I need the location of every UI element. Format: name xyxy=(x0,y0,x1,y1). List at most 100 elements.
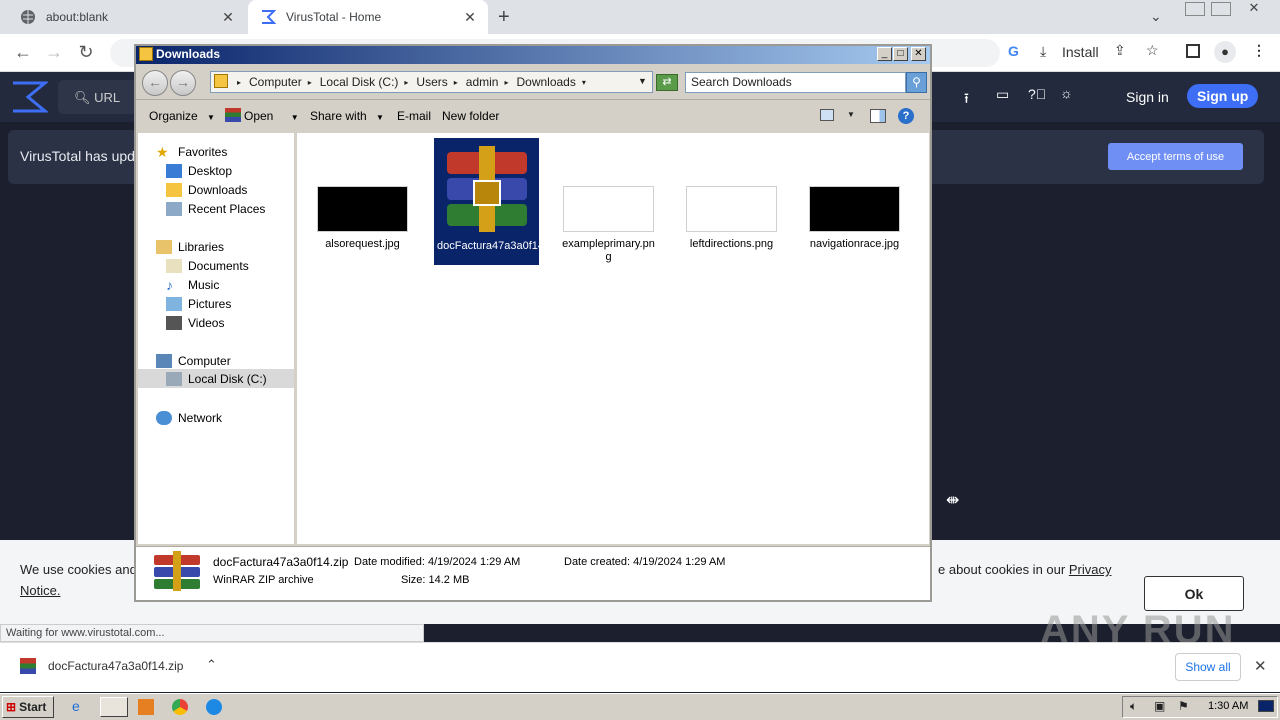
breadcrumb-root-chevron-icon[interactable]: ▸ xyxy=(237,78,241,87)
breadcrumb-chevron-icon[interactable]: ▸ xyxy=(454,78,458,87)
nav-desktop[interactable]: Desktop xyxy=(166,161,232,180)
new-tab-button[interactable]: + xyxy=(498,6,510,29)
upload-icon[interactable]: ⭱ xyxy=(964,88,969,112)
help-icon[interactable]: ? xyxy=(898,108,914,124)
drag-handle-icon[interactable]: ⇼ xyxy=(946,490,959,510)
search-icon[interactable]: ⚲ xyxy=(906,72,927,93)
reload-icon[interactable]: ↻ xyxy=(75,42,97,63)
chevron-down-icon[interactable]: ⌄ xyxy=(1150,8,1162,25)
breadcrumb-admin[interactable]: admin xyxy=(466,75,499,89)
nav-music[interactable]: ♪ Music xyxy=(166,275,219,294)
menu-icon[interactable]: ⋮ xyxy=(1252,42,1266,59)
minimize-icon[interactable] xyxy=(1185,2,1205,16)
google-icon[interactable]: G xyxy=(1008,43,1019,59)
nav-libraries[interactable]: Libraries xyxy=(156,237,224,256)
file-item[interactable]: alsorequest.jpg xyxy=(310,138,415,250)
view-dropdown-icon[interactable]: ▼ xyxy=(847,110,855,119)
edge-icon[interactable] xyxy=(206,699,222,715)
file-item[interactable]: exampleprimary.png xyxy=(556,138,661,264)
bookmark-star-icon[interactable]: ☆ xyxy=(1146,42,1159,59)
minimize-button[interactable]: _ xyxy=(877,47,892,61)
new-folder-button[interactable]: New folder xyxy=(442,109,499,123)
change-view-icon[interactable] xyxy=(820,109,834,121)
close-download-bar-icon[interactable]: ✕ xyxy=(1254,657,1267,675)
globe-icon xyxy=(20,9,36,25)
cookie-text-right: e about cookies in our Privacy xyxy=(938,562,1112,577)
close-tab-icon[interactable]: ✕ xyxy=(220,9,236,26)
ie-icon[interactable]: e xyxy=(72,698,80,714)
refresh-icon[interactable]: ⇄ xyxy=(656,74,678,91)
volume-icon[interactable]: 🔈︎ xyxy=(1130,699,1137,714)
maximize-button[interactable]: □ xyxy=(893,47,908,61)
chevron-up-icon[interactable]: ⌃ xyxy=(206,657,217,673)
install-icon[interactable]: ⤓ xyxy=(1040,43,1046,60)
close-button[interactable]: ✕ xyxy=(911,47,926,61)
share-with-button[interactable]: Share with ▼ xyxy=(310,109,384,123)
nav-favorites[interactable]: ★ Favorites xyxy=(156,142,227,161)
open-button[interactable]: Open ▼ xyxy=(244,109,299,123)
network-tray-icon[interactable]: ▣ xyxy=(1154,699,1165,713)
show-all-button[interactable]: Show all xyxy=(1175,653,1241,681)
explorer-address-bar[interactable]: ▸ Computer ▸ Local Disk (C:) ▸ Users ▸ admi… xyxy=(210,71,653,93)
install-button[interactable]: Install xyxy=(1062,44,1099,60)
vt-search-input[interactable]: 🔍︎ URL xyxy=(58,80,138,114)
nav-documents[interactable]: Documents xyxy=(166,256,249,275)
cookie-ok-button[interactable]: Ok xyxy=(1144,576,1244,611)
back-arrow-icon[interactable]: ← xyxy=(142,70,168,96)
sign-in-link[interactable]: Sign in xyxy=(1126,89,1169,105)
forward-arrow-icon[interactable]: → xyxy=(170,70,196,96)
close-window-icon[interactable]: ✕ xyxy=(1240,0,1268,16)
nav-recent-places[interactable]: Recent Places xyxy=(166,199,265,218)
accept-terms-button[interactable]: Accept terms of use xyxy=(1108,143,1243,170)
virustotal-logo[interactable] xyxy=(10,80,50,114)
back-icon[interactable]: ← xyxy=(12,42,34,63)
breadcrumb-chevron-icon[interactable]: ▸ xyxy=(308,78,312,87)
forward-icon[interactable]: → xyxy=(43,42,65,63)
show-desktop-icon[interactable] xyxy=(1258,700,1274,712)
file-name: navigationrace.jpg xyxy=(809,238,900,250)
privacy-link[interactable]: Privacy xyxy=(1069,562,1112,577)
nav-computer[interactable]: Computer xyxy=(156,351,231,370)
tab-about-blank[interactable]: about:blank ✕ xyxy=(8,0,246,34)
tab-virustotal[interactable]: VirusTotal - Home ✕ xyxy=(248,0,488,34)
close-tab-icon[interactable]: ✕ xyxy=(462,9,478,26)
dropdown-arrow-icon: ▼ xyxy=(290,113,299,122)
explorer-search-input[interactable]: Search Downloads xyxy=(685,72,906,93)
preview-pane-icon[interactable] xyxy=(870,109,886,123)
chrome-icon[interactable] xyxy=(172,699,188,715)
breadcrumb-users[interactable]: Users xyxy=(416,75,447,89)
chat-icon[interactable]: ▭ xyxy=(996,86,1009,103)
theme-icon[interactable]: ☼ xyxy=(1060,85,1073,101)
side-panel-icon[interactable] xyxy=(1186,44,1200,58)
file-item-selected[interactable]: docFactura47a3a0f14.zip xyxy=(434,138,561,265)
sign-up-button[interactable]: Sign up xyxy=(1187,84,1259,108)
nav-network[interactable]: Network xyxy=(156,408,222,427)
file-item[interactable]: navigationrace.jpg xyxy=(802,138,907,250)
breadcrumb-computer[interactable]: Computer xyxy=(249,75,302,89)
explorer-taskbar-icon[interactable] xyxy=(100,697,128,717)
start-button[interactable]: ⊞ Start xyxy=(2,696,54,718)
breadcrumb-chevron-icon[interactable]: ▸ xyxy=(404,78,408,87)
address-dropdown-icon[interactable]: ▼ xyxy=(638,76,647,86)
profile-icon[interactable]: ● xyxy=(1214,41,1236,63)
restore-icon[interactable] xyxy=(1211,2,1231,16)
download-item-name[interactable]: docFactura47a3a0f14.zip xyxy=(48,659,183,673)
nav-pictures[interactable]: Pictures xyxy=(166,294,231,313)
email-button[interactable]: E-mail xyxy=(397,109,431,123)
breadcrumb-chevron-icon[interactable]: ▾ xyxy=(582,78,586,87)
flag-icon[interactable]: ⚑ xyxy=(1178,699,1189,713)
nav-local-disk[interactable]: Local Disk (C:) xyxy=(138,369,294,388)
breadcrumb-chevron-icon[interactable]: ▸ xyxy=(504,78,508,87)
help-icon[interactable]: ?⃝ xyxy=(1028,86,1046,102)
nav-videos[interactable]: Videos xyxy=(166,313,224,332)
breadcrumb-downloads[interactable]: Downloads xyxy=(516,75,575,89)
share-icon[interactable]: ⇪ xyxy=(1114,42,1126,59)
search-icon: 🔍︎ xyxy=(74,90,95,105)
organize-button[interactable]: Organize ▼ xyxy=(149,109,215,123)
media-player-icon[interactable] xyxy=(138,699,154,715)
file-item[interactable]: leftdirections.png xyxy=(679,138,784,250)
nav-downloads[interactable]: Downloads xyxy=(166,180,247,199)
winrar-archive-icon xyxy=(441,144,533,236)
cookie-text-2[interactable]: Notice. xyxy=(20,583,60,598)
breadcrumb-local-disk[interactable]: Local Disk (C:) xyxy=(320,75,399,89)
